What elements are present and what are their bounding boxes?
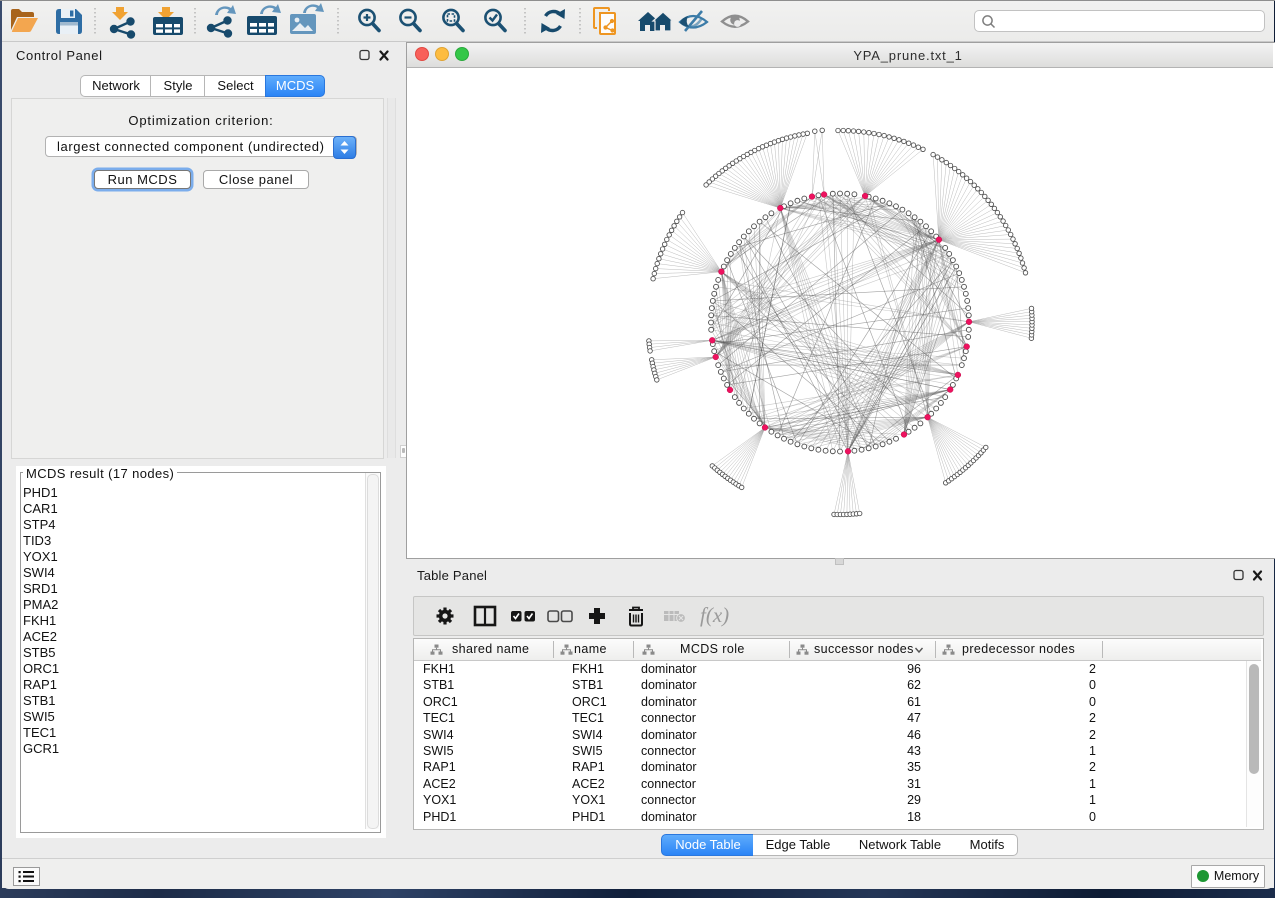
svg-text:f(x): f(x) xyxy=(700,603,729,627)
